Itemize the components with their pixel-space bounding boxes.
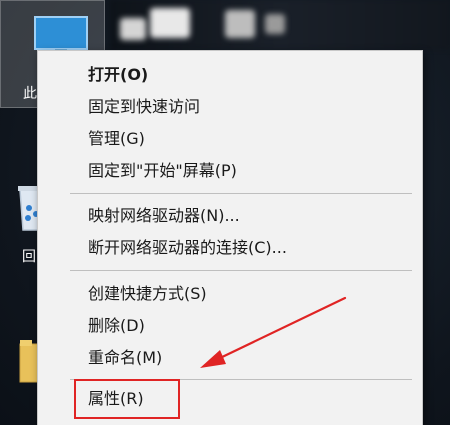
- menu-item-label: 打开(O): [88, 65, 149, 84]
- blurred-icon: [265, 14, 285, 34]
- menu-item-label: 删除(D): [88, 316, 145, 335]
- menu-item-label: 创建快捷方式(S): [88, 284, 207, 303]
- menu-item-rename[interactable]: 重命名(M): [38, 342, 422, 374]
- menu-item-open[interactable]: 打开(O): [38, 59, 422, 91]
- menu-item-disconnect-network-drive[interactable]: 断开网络驱动器的连接(C)...: [38, 232, 422, 264]
- menu-separator: [70, 193, 412, 194]
- menu-item-delete[interactable]: 删除(D): [38, 310, 422, 342]
- menu-item-label: 重命名(M): [88, 348, 163, 367]
- this-pc-label: 此: [23, 86, 37, 102]
- recycle-bin-desktop-icon[interactable]: 回: [0, 170, 46, 270]
- blurred-icon: [225, 10, 255, 38]
- menu-item-pin-quick-access[interactable]: 固定到快速访问: [38, 91, 422, 123]
- menu-separator: [70, 270, 412, 271]
- menu-item-pin-start[interactable]: 固定到"开始"屏幕(P): [38, 155, 422, 187]
- menu-item-label: 固定到"开始"屏幕(P): [88, 161, 237, 180]
- recycle-bin-label: 回: [22, 249, 36, 265]
- blurred-icon: [150, 8, 190, 38]
- menu-item-map-network-drive[interactable]: 映射网络驱动器(N)...: [38, 200, 422, 232]
- menu-item-label: 固定到快速访问: [88, 97, 201, 116]
- menu-item-create-shortcut[interactable]: 创建快捷方式(S): [38, 278, 422, 310]
- menu-item-manage[interactable]: 管理(G): [38, 123, 422, 155]
- menu-item-label: 管理(G): [88, 129, 145, 148]
- menu-item-label: 映射网络驱动器(N)...: [88, 206, 240, 225]
- menu-item-label: 断开网络驱动器的连接(C)...: [88, 238, 287, 257]
- blurred-icon: [120, 18, 146, 40]
- annotation-highlight-box: [74, 379, 180, 419]
- folder-desktop-icon[interactable]: [0, 330, 47, 420]
- context-menu: 打开(O) 固定到快速访问 管理(G) 固定到"开始"屏幕(P) 映射网络驱动器…: [37, 50, 423, 425]
